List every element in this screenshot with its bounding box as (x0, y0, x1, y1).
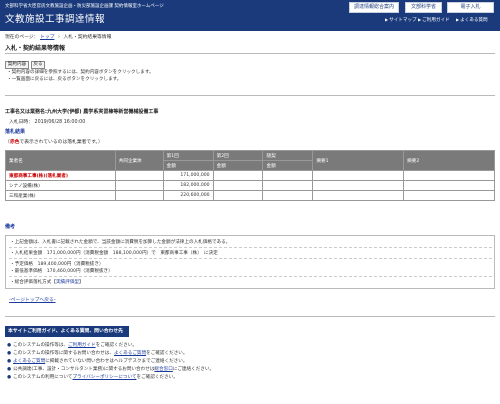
privacy-policy-link[interactable]: プライバシーポリシーについて (72, 375, 136, 380)
company-name: 東都商事工事(株)(落札業者) (5, 170, 116, 181)
table-row: 三和産業(株) 220,600,000 (5, 190, 495, 201)
remarks-note: ・上記金額は、入札書に記載された金額で、当該金額に消費税を加算した金額が法律上の… (10, 240, 231, 245)
nav-faq[interactable]: ▶よくある質問 (456, 17, 488, 23)
col-header-remarks1: 摘要1 (312, 150, 405, 171)
breadcrumb-current: 入札・契約結果等情報 (63, 35, 112, 40)
breadcrumb-home-link[interactable]: トップ (40, 35, 54, 40)
col-subheader-amount: 金額 (212, 160, 264, 171)
amount-cell (212, 170, 264, 181)
section-divider (5, 95, 495, 96)
footer-help-heading[interactable]: 本サイトご利用ガイド、よくある質問、問い合わせ先 (5, 326, 129, 337)
remarks-award: ・入札結果金額 171,000,000円（消費税金額 188,100,000円）… (10, 251, 218, 256)
remarks-heading: 備考 (5, 224, 16, 230)
breadcrumb: 現在のページ： トップ › 入札・契約結果等情報 (5, 35, 112, 40)
guide-link[interactable]: ご利用ガイド (68, 343, 96, 348)
procurement-guide-button[interactable]: 調達情報総合案内 (349, 2, 399, 13)
result-heading: 落札結果 (5, 129, 26, 135)
amount-cell (262, 190, 314, 201)
dashed-divider (9, 276, 492, 277)
e-bidding-button[interactable]: 電子入札 (447, 2, 494, 13)
arrow-right-icon: ▶ (456, 17, 460, 22)
company-name: シナノ設備(株) (5, 180, 116, 191)
amount-cell (262, 170, 314, 181)
dashed-divider (9, 258, 492, 259)
bullet-icon: ● (7, 351, 12, 356)
company-name: 三和産業(株) (5, 190, 116, 201)
note-item: 契約内容の詳細を参照するには、契約内容ボタンをクリックします。 (7, 70, 154, 77)
page-title: 入札・契約結果等情報 (5, 45, 66, 52)
back-button[interactable]: 戻る (31, 61, 45, 69)
table-row: シナノ設備(株) 182,000,000 (5, 180, 495, 191)
jv-cell (114, 180, 164, 191)
remarks-cell (403, 190, 495, 201)
bid-date: 入札日時： 2019/06/28 16:00:00 (9, 120, 86, 125)
amount-cell (212, 190, 264, 201)
list-item: ● このシステムの操作等に関するお問い合わせは、よくあるご質問をご確認ください。 (7, 351, 188, 356)
remarks-method: ・総合評価落札方式【実績評価型】 (10, 280, 84, 285)
remarks-cell (403, 180, 495, 191)
faq-link[interactable]: よくあるご質問 (114, 351, 146, 356)
site-title[interactable]: 文教施設工事調達情報 (5, 11, 105, 25)
amount-cell: 182,000,000 (162, 180, 214, 191)
remarks-cell (312, 190, 405, 201)
amount-cell (212, 180, 264, 191)
project-name: 工事名又は業務名:九州大学(伊都) 農学系実習棟等新営機械設備工事 (5, 109, 159, 115)
bullet-icon: ● (7, 343, 12, 348)
remarks-box: ・上記金額は、入札書に記載された金額で、当該金額に消費税を加算した金額が法律上の… (5, 235, 495, 289)
list-item: ● よくあるご質問に掲載されていない問い合わせはヘルプデスクまでご連絡ください。 (7, 359, 188, 364)
amount-cell: 220,600,000 (162, 190, 214, 201)
remarks-planned-price: ・予定価格 189,400,000円（消費税抜き） (10, 262, 104, 267)
list-item: ● このシステムの操作等は、ご利用ガイドをご確認ください。 (7, 343, 137, 348)
winner-legend: （赤色で表示されているのは落札業者です。） (5, 140, 103, 145)
remarks-cell (403, 170, 495, 181)
bullet-icon: ● (7, 359, 12, 364)
bullet-icon: ● (7, 367, 12, 372)
arrow-right-icon: ▶ (385, 17, 389, 22)
instruction-notes: 契約内容の詳細を参照するには、契約内容ボタンをクリックします。 一覧画面に戻るに… (7, 70, 154, 83)
contract-details-button[interactable]: 契約内容 (5, 61, 29, 69)
table-row: 東都商事工事(株)(落札業者) 171,000,000 (5, 170, 495, 181)
chevron-right-icon: › (57, 35, 60, 40)
footer-help-list: ● このシステムの操作等は、ご利用ガイドをご確認ください。 ● このシステムの操作等… (7, 342, 214, 382)
remarks-min-price: ・最低基準価格 170,460,000円（消費税抜き） (10, 269, 113, 274)
mext-button[interactable]: 文部科学省 (405, 2, 442, 13)
dashed-divider (9, 247, 492, 248)
page-top-link[interactable]: -ページトップへ戻る- (9, 296, 56, 303)
remarks-cell (312, 180, 405, 191)
col-header-private: 随契 (262, 150, 314, 161)
general-contact-link[interactable]: 総合窓口 (154, 367, 172, 372)
nav-sitemap[interactable]: ▶サイトマップ (385, 17, 417, 23)
bid-results-table: 業者名 共同企業体 第1回 第2回 随契 摘要1 摘要2 金額 金額 金額 東都… (5, 150, 495, 201)
col-header-round2: 第2回 (212, 150, 264, 161)
footer-divider (5, 316, 495, 317)
col-header-company: 業者名 (5, 150, 116, 171)
col-subheader-amount: 金額 (262, 160, 314, 171)
jv-cell (114, 170, 164, 181)
amount-cell: 171,000,000 (162, 170, 214, 181)
remarks-cell (312, 170, 405, 181)
header-subtitle: 文部科学省大臣官房文教施設企画・防災部施設企画課 契約情報室ホームページ (5, 4, 164, 9)
site-header: 文部科学省大臣官房文教施設企画・防災部施設企画課 契約情報室ホームページ 文教施… (0, 0, 500, 31)
list-item: ● 公共調達(工事、設計・コンサルタント業務)に関するお問い合わせは総合窓口にご連… (7, 367, 215, 372)
note-item: 一覧画面に戻るには、戻るボタンをクリックします。 (7, 77, 154, 84)
amount-cell (262, 180, 314, 191)
faq-link[interactable]: よくあるご質問 (13, 359, 45, 364)
col-header-jv: 共同企業体 (114, 150, 164, 171)
col-subheader-amount: 金額 (162, 160, 214, 171)
arrow-right-icon: ▶ (418, 17, 422, 22)
nav-guide[interactable]: ▶ご利用ガイド (418, 17, 450, 23)
col-header-remarks2: 摘要2 (403, 150, 495, 171)
list-item: ● このシステムの利用についてプライバシーポリシーについてをご確認ください。 (7, 375, 178, 380)
bullet-icon: ● (7, 375, 12, 380)
jv-cell (114, 190, 164, 201)
col-header-round1: 第1回 (162, 150, 214, 161)
caret-icon: - (53, 298, 56, 303)
title-divider (5, 53, 495, 54)
